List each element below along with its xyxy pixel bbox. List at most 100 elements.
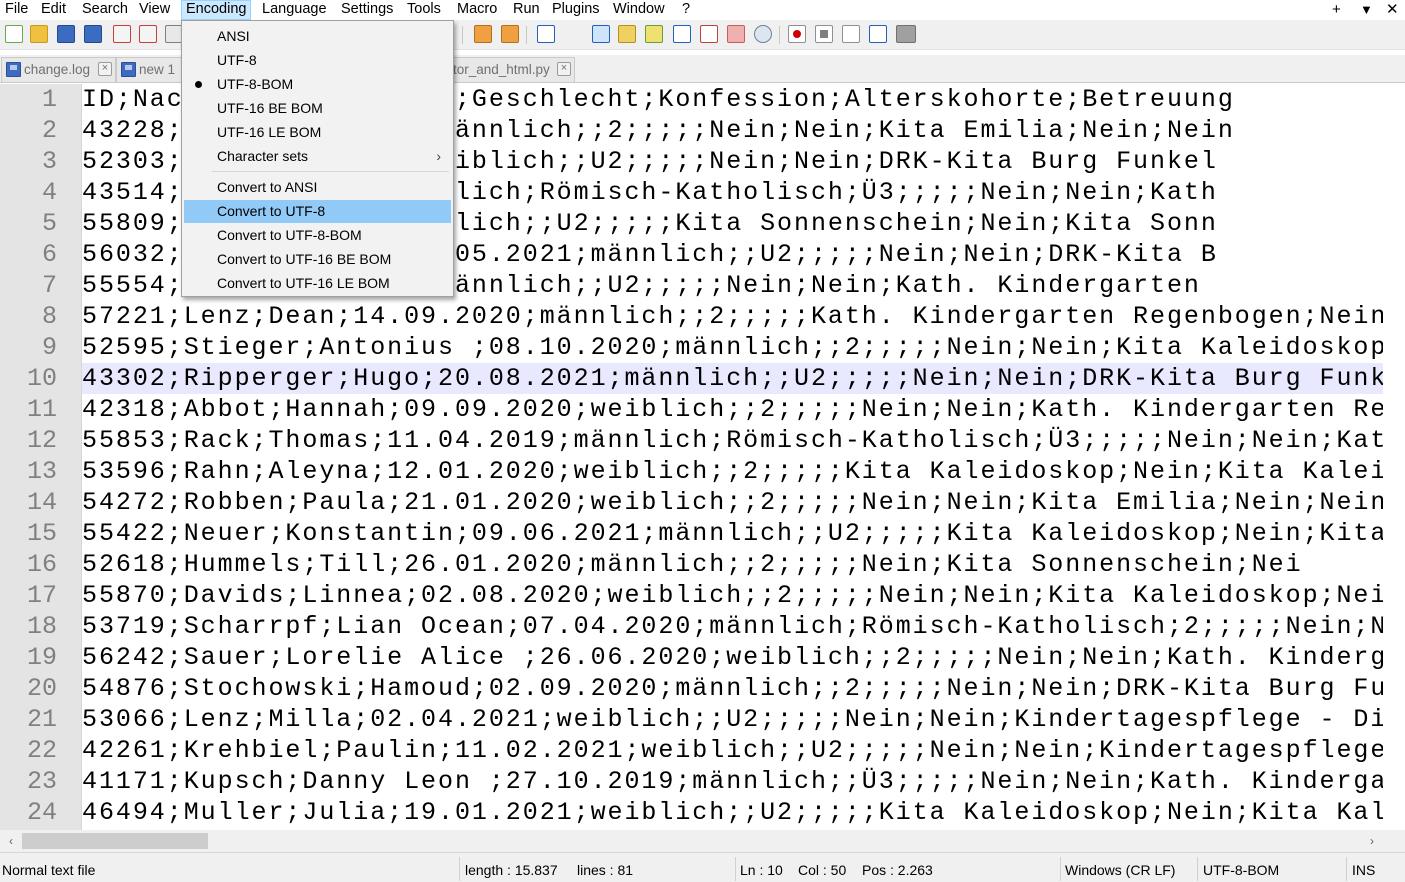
sync-v-icon[interactable] [474,25,492,43]
text-line[interactable]: 53719;Scharrpf;Lian Ocean;07.04.2020;män… [82,611,1383,642]
stop-record-icon[interactable] [815,25,833,43]
menu-tools[interactable]: Tools [407,0,441,20]
menu-edit[interactable]: Edit [41,0,66,20]
folder-as-workspace-icon[interactable] [700,25,718,43]
menu-file[interactable]: File [5,0,28,20]
line-number: 9 [41,333,57,362]
show-all-chars-icon[interactable] [565,25,583,43]
status-separator [735,857,736,881]
open-file-icon[interactable] [30,25,48,43]
toolbar-separator [526,26,527,44]
menu-plugins[interactable]: Plugins [552,0,600,20]
menu-item-utf8-bom[interactable]: UTF-8-BOM [184,73,451,96]
text-line[interactable]: 56242;Sauer;Lorelie Alice ;26.06.2020;we… [82,642,1383,673]
save-macro-icon[interactable] [896,25,916,43]
run-macro-multiple-icon[interactable] [869,25,887,43]
play-macro-icon[interactable] [842,25,860,43]
text-line[interactable]: 54272;Robben;Paula;21.01.2020;weiblich;;… [82,487,1383,518]
text-line[interactable]: 55870;Davids;Linnea;02.08.2020;weiblich;… [82,580,1383,611]
scrollbar-thumb[interactable] [22,833,208,849]
tab-label: change.log [24,62,91,77]
sync-h-icon[interactable] [501,25,519,43]
record-macro-icon[interactable] [788,25,806,43]
udl-icon[interactable] [618,25,636,43]
menu-run[interactable]: Run [513,0,540,20]
line-number: 3 [41,147,57,176]
save-icon[interactable] [57,25,75,43]
line-number: 6 [41,240,57,269]
file-saved-icon [121,62,136,77]
indent-guide-icon[interactable] [592,25,610,43]
tab-list-icon[interactable]: ▼ [1360,0,1373,20]
close-icon[interactable] [113,25,131,43]
text-line[interactable]: 41171;Kupsch;Danny Leon ;27.10.2019;männ… [82,766,1383,797]
menu-macro[interactable]: Macro [457,0,497,20]
menu-view[interactable]: View [139,0,170,20]
line-number: 21 [26,705,57,734]
line-number: 23 [26,767,57,796]
tab-new-1[interactable]: new 1 [116,57,186,82]
menu-item-character-sets[interactable]: Character sets › [184,145,451,168]
menu-language[interactable]: Language [262,0,327,20]
menu-item-convert-utf8-bom[interactable]: Convert to UTF-8-BOM [184,224,451,247]
text-line[interactable]: 57221;Lenz;Dean;14.09.2020;männlich;;2;;… [82,301,1383,332]
tab-tor-and-html-py[interactable]: tor_and_html.py × [440,57,575,82]
text-line[interactable]: 46494;Muller;Julia;19.01.2021;weiblich;;… [82,797,1383,828]
scroll-right-icon[interactable]: › [1364,832,1380,850]
scroll-left-icon[interactable]: ‹ [3,832,19,850]
save-all-icon[interactable] [84,25,102,43]
text-line[interactable]: 54876;Stochowski;Hamoud;02.09.2020;männl… [82,673,1383,704]
doc-map-icon[interactable] [645,25,663,43]
menu-item-convert-utf16-le-bom[interactable]: Convert to UTF-16 LE BOM [184,272,451,295]
menu-item-convert-utf16-be-bom[interactable]: Convert to UTF-16 BE BOM [184,248,451,271]
menu-item-convert-utf8[interactable]: Convert to UTF-8 [184,200,451,223]
text-line[interactable]: 52618;Hummels;Till;26.01.2020;männlich;;… [82,549,1383,580]
text-line[interactable]: 42261;Krehbiel;Paulin;11.02.2021;weiblic… [82,735,1383,766]
line-number: 24 [26,798,57,827]
radio-checked-icon [195,81,202,88]
menu-item-utf8[interactable]: UTF-8 [184,49,451,72]
function-list-icon[interactable] [673,25,691,43]
line-number: 14 [26,488,57,517]
menu-window[interactable]: Window [613,0,665,20]
text-line[interactable]: 53066;Lenz;Milla;02.04.2021;weiblich;;U2… [82,704,1383,735]
status-separator [1060,857,1061,881]
text-line[interactable]: 55853;Rack;Thomas;11.04.2019;männlich;Rö… [82,425,1383,456]
add-tab-icon[interactable]: + [1332,0,1341,20]
new-file-icon[interactable] [5,25,23,43]
menu-item-utf16-le-bom[interactable]: UTF-16 LE BOM [184,121,451,144]
menu-help[interactable]: ? [682,0,690,20]
line-number: 5 [41,209,57,238]
text-line[interactable]: 52595;Stieger;Antonius ;08.10.2020;männl… [82,332,1383,363]
horizontal-scrollbar[interactable]: ‹ › [0,830,1383,852]
tab-close-icon[interactable]: × [98,62,112,76]
text-line[interactable]: 53596;Rahn;Aleyna;12.01.2020;weiblich;;2… [82,456,1383,487]
menu-item-utf16-be-bom[interactable]: UTF-16 BE BOM [184,97,451,120]
tab-close-icon[interactable]: × [557,62,571,76]
status-file-type: Normal text file [2,862,96,878]
line-number: 13 [26,457,57,486]
menu-item-ansi[interactable]: ANSI [184,25,451,48]
text-line[interactable]: 42318;Abbot;Hannah;09.09.2020;weiblich;;… [82,394,1383,425]
line-number: 19 [26,643,57,672]
menu-encoding[interactable]: Encoding [181,0,252,20]
status-length: length : 15.837 [465,862,558,878]
doc-list-icon[interactable] [727,25,745,43]
menu-item-convert-ansi[interactable]: Convert to ANSI [184,176,451,199]
vertical-scrollbar[interactable] [1383,84,1405,830]
close-doc-icon[interactable]: ✕ [1386,0,1399,20]
text-line[interactable]: 43302;Ripperger;Hugo;20.08.2021;männlich… [82,363,1383,394]
toolbar-separator [779,26,780,44]
line-number: 18 [26,612,57,641]
menu-search[interactable]: Search [82,0,128,20]
menu-settings[interactable]: Settings [341,0,393,20]
line-number: 1 [41,85,57,114]
tab-change-log[interactable]: change.log × [1,57,116,82]
monitoring-icon[interactable] [754,25,772,43]
line-number: 4 [41,178,57,207]
word-wrap-icon[interactable] [537,25,555,43]
text-line[interactable]: 55422;Neuer;Konstantin;09.06.2021;männli… [82,518,1383,549]
encoding-menu: ANSI UTF-8 UTF-8-BOM UTF-16 BE BOM UTF-1… [181,20,454,297]
close-all-icon[interactable] [139,25,157,43]
status-separator [1346,857,1347,881]
